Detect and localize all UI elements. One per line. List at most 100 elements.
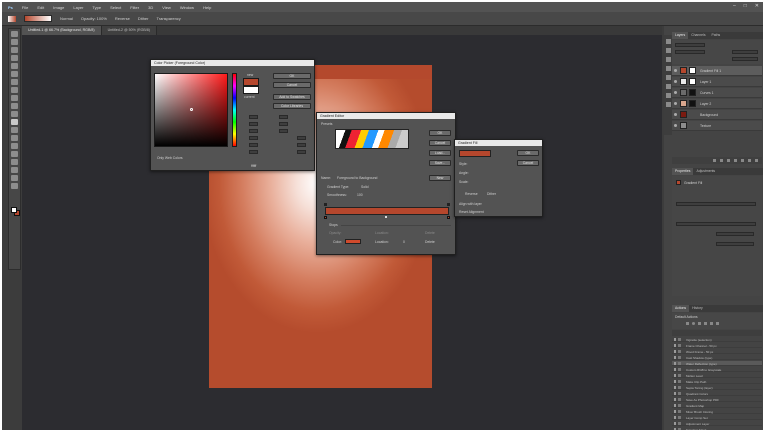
properties-panel-icon[interactable]	[665, 48, 671, 53]
visibility-eye-icon[interactable]	[674, 102, 677, 105]
dither-checkbox[interactable]: Dither	[138, 16, 149, 21]
layer-row[interactable]: Gradient Fill 1	[672, 66, 762, 76]
stop-delete-button[interactable]: Delete	[425, 231, 435, 235]
m-field[interactable]	[297, 143, 306, 147]
transparency-checkbox[interactable]: Transparency	[156, 16, 180, 21]
h-field[interactable]	[249, 115, 258, 119]
add-mask-icon[interactable]	[727, 159, 730, 162]
menu-select[interactable]: Select	[110, 5, 121, 10]
toggle-dialog-icon[interactable]	[678, 404, 681, 407]
gradient-preview[interactable]	[24, 15, 52, 22]
tab-channels[interactable]: Channels	[688, 32, 708, 39]
toggle-dialog-icon[interactable]	[678, 386, 681, 389]
new-layer-icon[interactable]	[748, 159, 751, 162]
clone-stamp-tool-icon[interactable]	[11, 95, 18, 101]
toggle-dialog-icon[interactable]	[678, 416, 681, 419]
b-field[interactable]	[249, 129, 258, 133]
toggle-item-checkbox[interactable]	[674, 422, 676, 425]
info-panel-icon[interactable]	[665, 93, 671, 98]
gradient-tool-icon[interactable]	[11, 119, 18, 125]
tab-paths[interactable]: Paths	[709, 32, 724, 39]
toggle-dialog-icon[interactable]	[678, 380, 681, 383]
gradient-presets-grid[interactable]	[335, 129, 409, 149]
clone-source-panel-icon[interactable]	[665, 84, 671, 89]
lab-b-field[interactable]	[279, 129, 288, 133]
toggle-dialog-icon[interactable]	[678, 392, 681, 395]
gradient-bar[interactable]	[325, 207, 449, 215]
toggle-dialog-icon[interactable]	[678, 410, 681, 413]
color-stop-right[interactable]	[447, 216, 450, 219]
toggle-dialog-icon[interactable]	[678, 356, 681, 359]
tab-actions[interactable]: Actions	[672, 305, 690, 312]
close-button[interactable]: ✕	[755, 3, 759, 9]
document-tab-2[interactable]: Untitled-2 @ 50% (RGB/8)	[101, 26, 157, 35]
character-panel-icon[interactable]	[665, 57, 671, 62]
trash-icon[interactable]	[755, 159, 758, 162]
b-rgb-field[interactable]	[249, 150, 258, 154]
gradient-fill-cancel-button[interactable]: Cancel	[517, 160, 539, 166]
action-row[interactable]: Wood Frame - 50 px	[672, 349, 762, 354]
move-tool-icon[interactable]	[11, 31, 18, 37]
pen-tool-icon[interactable]	[11, 143, 18, 149]
action-row[interactable]: Selection Mask	[672, 427, 762, 430]
action-row[interactable]: Sepia Toning (layer)	[672, 385, 762, 390]
menu-file[interactable]: File	[22, 5, 28, 10]
tab-layers[interactable]: Layers	[672, 32, 689, 39]
layer-mask-thumbnail[interactable]	[689, 67, 696, 74]
new-action-set-icon[interactable]	[704, 322, 707, 325]
toggle-dialog-icon[interactable]	[678, 344, 681, 347]
mode-label[interactable]: Normal	[60, 16, 73, 21]
toggle-item-checkbox[interactable]	[674, 374, 676, 377]
visibility-eye-icon[interactable]	[674, 124, 677, 127]
paragraph-panel-icon[interactable]	[665, 66, 671, 71]
toggle-item-checkbox[interactable]	[674, 386, 676, 389]
marquee-tool-icon[interactable]	[11, 39, 18, 45]
layer-row[interactable]: Texture	[672, 121, 762, 131]
layer-row[interactable]: Curves 1	[672, 88, 762, 98]
eraser-tool-icon[interactable]	[11, 111, 18, 117]
gradient-ok-button[interactable]: OK	[429, 130, 451, 136]
color-location-field[interactable]: 0	[403, 240, 405, 244]
menu-3d[interactable]: 3D	[148, 5, 153, 10]
history-panel-icon[interactable]	[665, 39, 671, 44]
reverse-checkbox[interactable]: Reverse	[465, 192, 478, 196]
path-select-tool-icon[interactable]	[11, 159, 18, 165]
opacity-stop-left[interactable]	[324, 203, 327, 206]
properties-field-4[interactable]	[716, 242, 754, 246]
action-row[interactable]: Quadrant Colors	[672, 391, 762, 396]
layer-row[interactable]: Layer 1	[672, 77, 762, 87]
toggle-item-checkbox[interactable]	[674, 398, 676, 401]
action-row[interactable]: Molten Lead	[672, 373, 762, 378]
history-brush-tool-icon[interactable]	[11, 103, 18, 109]
color-panel-icon[interactable]	[665, 102, 671, 107]
action-row[interactable]: Frame Channel - 50 px	[672, 343, 762, 348]
gradient-midpoint[interactable]	[385, 216, 387, 218]
align-with-layer-checkbox[interactable]: Align with layer	[459, 202, 482, 206]
zoom-tool-icon[interactable]	[11, 183, 18, 189]
toggle-item-checkbox[interactable]	[674, 416, 676, 419]
s-field[interactable]	[249, 122, 258, 126]
tab-properties[interactable]: Properties	[672, 168, 694, 175]
menu-type[interactable]: Type	[92, 5, 101, 10]
toggle-item-checkbox[interactable]	[674, 404, 676, 407]
r-field[interactable]	[249, 136, 258, 140]
toggle-dialog-icon[interactable]	[678, 350, 681, 353]
layer-mask-thumbnail[interactable]	[689, 78, 696, 85]
toggle-item-checkbox[interactable]	[674, 362, 676, 365]
toggle-item-checkbox[interactable]	[674, 428, 676, 430]
action-row[interactable]: Water Reflection (type)	[672, 361, 762, 366]
color-field-picker[interactable]	[190, 108, 193, 111]
toggle-item-checkbox[interactable]	[674, 344, 676, 347]
opacity-stop-right[interactable]	[447, 203, 450, 206]
c-field[interactable]	[297, 136, 306, 140]
color-delete-button[interactable]: Delete	[425, 240, 435, 244]
layer-mask-thumbnail[interactable]	[689, 100, 696, 107]
stop-recording-icon[interactable]	[686, 322, 689, 325]
gradient-type-select[interactable]: Solid	[361, 185, 369, 189]
maximize-button[interactable]: □	[744, 3, 747, 9]
reverse-checkbox[interactable]: Reverse	[115, 16, 130, 21]
color-picker-cancel-button[interactable]: Cancel	[273, 82, 311, 88]
reset-alignment-button[interactable]: Reset Alignment	[459, 210, 484, 214]
tab-adjustments[interactable]: Adjustments	[693, 168, 718, 175]
layer-filter-field[interactable]	[675, 43, 705, 47]
